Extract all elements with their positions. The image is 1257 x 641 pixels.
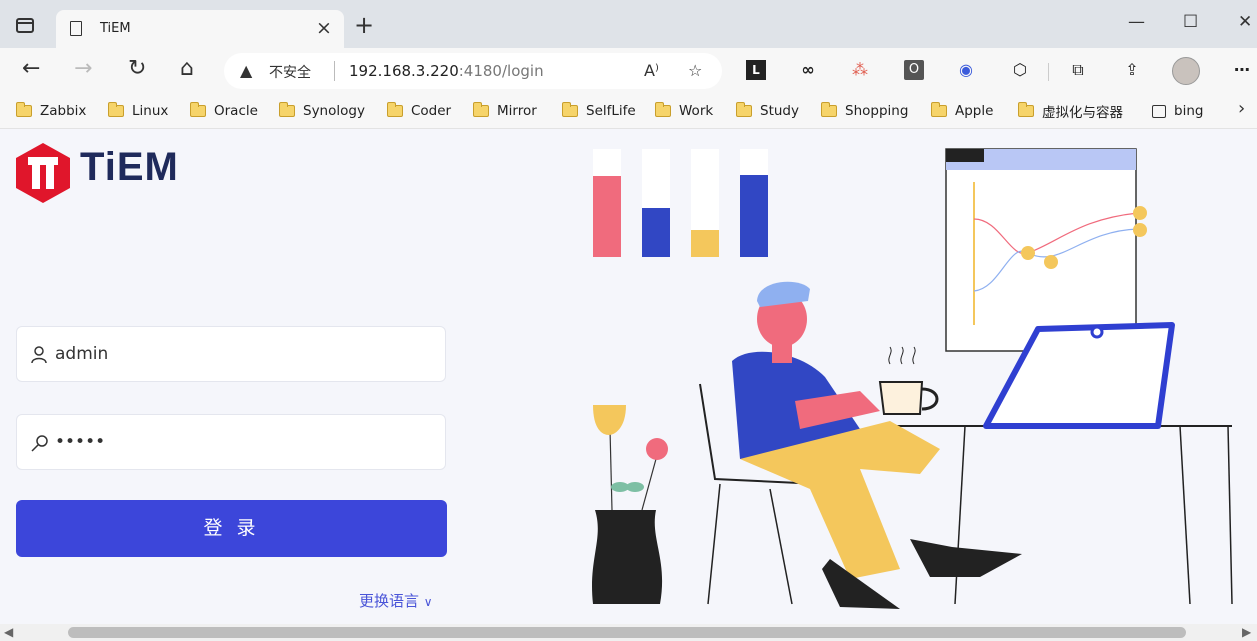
bookmark-label: Mirror [497, 103, 537, 119]
folder-icon [655, 102, 671, 117]
warning-icon[interactable]: ▲ [240, 61, 252, 80]
share-icon[interactable]: ⇪ [1122, 60, 1142, 80]
bookmark-label: Study [760, 103, 799, 119]
username-value: admin [55, 344, 109, 364]
bookmark-synology[interactable]: Synology [279, 100, 365, 122]
home-button[interactable]: ⌂ [180, 58, 194, 80]
add-favorite-icon[interactable]: ☆ [688, 61, 702, 80]
bookmark-label: bing [1174, 103, 1204, 119]
bookmark-linux[interactable]: Linux [108, 100, 168, 122]
user-icon [31, 346, 47, 364]
bookmark-label: Synology [303, 103, 365, 119]
horizontal-scrollbar[interactable]: ◀ ▶ [0, 624, 1257, 641]
logo-text: TiEM [80, 145, 179, 189]
address-divider [334, 61, 335, 81]
folder-icon [1018, 102, 1034, 117]
login-button[interactable]: 登 录 [16, 500, 447, 557]
extension-l-icon[interactable]: L [746, 60, 766, 80]
folder-icon [16, 102, 32, 117]
read-aloud-icon[interactable]: A⁾ [644, 61, 659, 80]
toolbar-divider [1048, 63, 1049, 81]
refresh-button[interactable]: ↻ [128, 58, 146, 80]
profile-avatar[interactable] [1172, 57, 1200, 85]
folder-icon [473, 102, 489, 117]
bookmark-label: 虚拟化与容器 [1042, 105, 1123, 121]
extensions-icon[interactable]: ⬡ [1010, 60, 1030, 80]
address-bar[interactable]: ▲ 不安全 192.168.3.220:4180/login A⁾ ☆ [224, 53, 722, 89]
bookmark-study[interactable]: Study [736, 100, 799, 122]
scrollbar-thumb[interactable] [68, 627, 1186, 638]
bookmark-label: Coder [411, 103, 452, 119]
minimize-button[interactable]: — [1128, 12, 1145, 32]
change-language-label: 更换语言 [359, 592, 420, 610]
bookmark-work[interactable]: Work [655, 100, 713, 122]
password-field[interactable]: ••••• [16, 414, 446, 470]
bookmark-mirror[interactable]: Mirror [473, 100, 537, 122]
bookmark-shopping[interactable]: Shopping [821, 100, 908, 122]
bookmark-zabbix[interactable]: Zabbix [16, 100, 86, 122]
key-icon [31, 435, 48, 452]
bookmark-oracle[interactable]: Oracle [190, 100, 258, 122]
username-field[interactable]: admin [16, 326, 446, 382]
folder-icon [108, 102, 124, 117]
settings-more-icon[interactable]: ⋯ [1232, 60, 1252, 80]
bookmarks-bar: Zabbix Linux Oracle Synology Coder Mirro… [0, 94, 1257, 129]
tiem-logo-icon [16, 143, 70, 203]
forward-button[interactable]: → [74, 58, 92, 80]
url-path: :4180/login [458, 62, 544, 80]
bookmark-label: Apple [955, 103, 994, 119]
bookmark-bing[interactable]: bing [1152, 100, 1203, 122]
collections-icon[interactable]: ⧉ [1068, 60, 1088, 80]
extension-dots-icon[interactable]: ⁂ [850, 60, 870, 80]
browser-toolbar: ← → ↻ ⌂ ▲ 不安全 192.168.3.220:4180/login A… [0, 48, 1257, 94]
title-bar: TiEM × + — ☐ ✕ [0, 0, 1257, 48]
folder-icon [821, 102, 837, 117]
tab-close-icon[interactable]: × [316, 17, 332, 39]
scroll-left-icon[interactable]: ◀ [4, 625, 13, 639]
extension-circle-icon[interactable]: ◉ [956, 60, 976, 80]
extension-infinity-icon[interactable]: ∞ [798, 60, 818, 80]
back-button[interactable]: ← [22, 58, 40, 80]
bookmark-label: SelfLife [586, 103, 636, 119]
folder-icon [931, 102, 947, 117]
url-host: 192.168.3.220 [349, 62, 459, 80]
bookmark-apple[interactable]: Apple [931, 100, 993, 122]
password-value: ••••• [55, 432, 106, 452]
scroll-right-icon[interactable]: ▶ [1242, 625, 1251, 639]
tab-title: TiEM [100, 21, 131, 36]
page-content: TiEM admin ••••• 登 录 更换语言 ∨ [0, 129, 1257, 624]
close-window-button[interactable]: ✕ [1238, 12, 1252, 32]
tab-active[interactable]: TiEM × [56, 10, 344, 48]
bing-icon [1152, 104, 1166, 118]
folder-icon [387, 102, 403, 117]
security-status[interactable]: 不安全 [269, 62, 311, 82]
maximize-button[interactable]: ☐ [1183, 12, 1198, 32]
illustration [592, 148, 1233, 609]
url-text[interactable]: 192.168.3.220:4180/login [349, 62, 544, 80]
bookmark-label: Zabbix [40, 103, 87, 119]
bookmark-label: Shopping [845, 103, 909, 119]
bookmark-coder[interactable]: Coder [387, 100, 451, 122]
tab-actions-icon[interactable] [16, 18, 34, 33]
bookmark-label: Oracle [214, 103, 258, 119]
folder-icon [190, 102, 206, 117]
bookmarks-more-icon[interactable]: › [1238, 98, 1245, 119]
bookmark-selflife[interactable]: SelfLife [562, 100, 636, 122]
bookmark-virtualization[interactable]: 虚拟化与容器 [1018, 100, 1123, 122]
decor-vase [592, 405, 668, 604]
bookmark-label: Work [679, 103, 714, 119]
folder-icon [279, 102, 295, 117]
decor-bars [593, 149, 768, 257]
bookmark-label: Linux [132, 103, 169, 119]
change-language-link[interactable]: 更换语言 ∨ [359, 590, 433, 611]
page-icon [70, 21, 82, 36]
chevron-down-icon: ∨ [423, 595, 433, 609]
new-tab-button[interactable]: + [354, 13, 374, 37]
folder-icon [562, 102, 578, 117]
folder-icon [736, 102, 752, 117]
extension-o-icon[interactable]: O [904, 60, 924, 80]
decor-board [945, 148, 1147, 352]
